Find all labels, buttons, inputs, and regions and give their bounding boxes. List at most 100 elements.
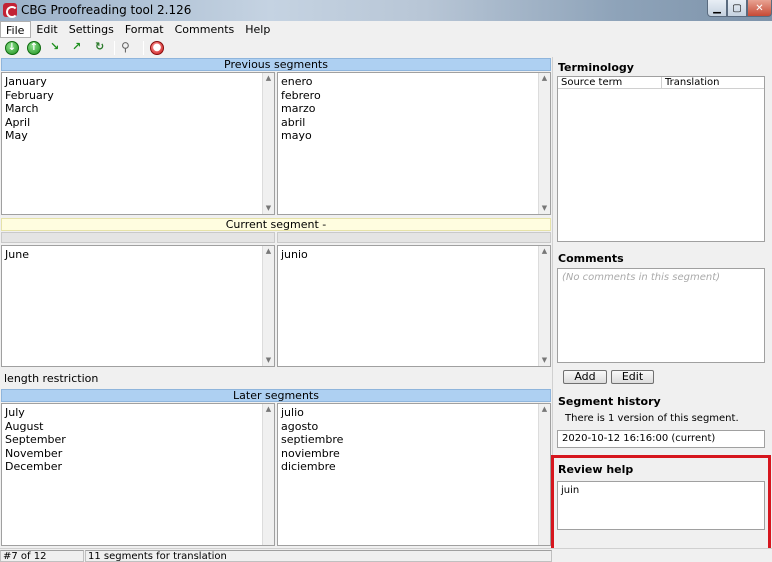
segment-history-title: Segment history — [558, 395, 661, 408]
list-item: diciembre — [281, 460, 336, 473]
later-source-pane[interactable]: July August September November December … — [1, 403, 275, 546]
terminology-table[interactable]: Source term Translation — [557, 76, 765, 242]
previous-source-pane[interactable]: January February March April May ▲ ▼ — [1, 72, 275, 215]
arrow-up-icon: ↑ — [27, 41, 41, 55]
later-target-list: julio agosto septiembre noviembre diciem… — [281, 406, 343, 474]
scrollbar[interactable]: ▲ ▼ — [262, 73, 274, 214]
segment-count: 11 segments for translation — [85, 550, 552, 562]
stop-button[interactable]: ● — [149, 40, 165, 56]
list-item: enero — [281, 75, 313, 88]
arrow-down-icon: ↓ — [5, 41, 19, 55]
app-logo-icon — [3, 3, 18, 18]
length-restriction-label: length restriction — [4, 372, 99, 385]
scroll-down-icon[interactable]: ▼ — [263, 355, 274, 366]
previous-target-pane[interactable]: enero febrero marzo abril mayo ▲ ▼ — [277, 72, 551, 215]
scroll-up-icon[interactable]: ▲ — [539, 246, 550, 257]
list-item: March — [5, 102, 39, 115]
menu-format[interactable]: Format — [120, 21, 170, 38]
segment-position: #7 of 12 — [0, 550, 84, 562]
scroll-up-icon[interactable]: ▲ — [539, 404, 550, 415]
jump-back-icon[interactable]: ↗ — [72, 40, 81, 53]
later-segments-header: Later segments — [1, 389, 551, 402]
scrollbar[interactable]: ▲ ▼ — [538, 73, 550, 214]
add-comment-button[interactable]: Add — [563, 370, 607, 384]
menu-comments[interactable]: Comments — [170, 21, 241, 38]
history-entry[interactable]: 2020-10-12 16:16:00 (current) — [562, 433, 715, 444]
list-item: marzo — [281, 102, 316, 115]
history-entry-list[interactable]: 2020-10-12 16:16:00 (current) — [557, 430, 765, 448]
history-summary: There is 1 version of this segment. — [565, 413, 739, 424]
status-bar: #7 of 12 11 segments for translation — [0, 548, 772, 562]
minimize-button[interactable]: ▁ — [707, 0, 727, 17]
maximize-icon: ▢ — [732, 2, 742, 14]
column-header-source-term[interactable]: Source term — [558, 77, 662, 89]
comments-placeholder: (No comments in this segment) — [562, 272, 721, 283]
current-target-text[interactable]: junio — [281, 248, 308, 262]
column-header-translation[interactable]: Translation — [662, 77, 766, 89]
stop-icon: ● — [150, 41, 164, 55]
current-source-pane[interactable]: June ▲ ▼ — [1, 245, 275, 367]
menu-help[interactable]: Help — [240, 21, 276, 38]
menu-settings[interactable]: Settings — [64, 21, 120, 38]
later-target-pane[interactable]: julio agosto septiembre noviembre diciem… — [277, 403, 551, 546]
list-item: December — [5, 460, 63, 473]
terminology-table-header: Source term Translation — [558, 77, 764, 89]
list-item: julio — [281, 406, 304, 419]
scroll-up-icon[interactable]: ▲ — [263, 246, 274, 257]
current-target-editor[interactable]: junio ▲ ▼ — [277, 245, 551, 367]
list-item: September — [5, 433, 66, 446]
list-item: July — [5, 406, 25, 419]
list-item: August — [5, 419, 44, 433]
window-title: CBG Proofreading tool 2.126 — [21, 3, 192, 17]
list-item: febrero — [281, 88, 321, 102]
scroll-up-icon[interactable]: ▲ — [539, 73, 550, 84]
scrollbar[interactable]: ▲ ▼ — [538, 246, 550, 366]
app-window: CBG Proofreading tool 2.126 ▁ ▢ ✕ File E… — [0, 0, 772, 562]
terminology-title: Terminology — [558, 61, 634, 74]
edit-comment-button[interactable]: Edit — [611, 370, 654, 384]
list-item: November — [5, 446, 63, 460]
minimize-icon: ▁ — [713, 2, 721, 14]
scroll-up-icon[interactable]: ▲ — [263, 404, 274, 415]
next-segment-button[interactable]: ↓ — [4, 40, 20, 56]
list-item: agosto — [281, 419, 319, 433]
scrollbar[interactable]: ▲ ▼ — [262, 246, 274, 366]
current-source-info-strip — [1, 232, 275, 243]
scrollbar[interactable]: ▲ — [262, 404, 274, 545]
toolbar: ↓ ↑ ↘ ↗ ↻ ⚲ ● — [0, 38, 772, 57]
list-item: April — [5, 115, 31, 129]
jump-forward-icon[interactable]: ↘ — [50, 40, 59, 53]
previous-segments-header: Previous segments — [1, 58, 551, 71]
scrollbar[interactable]: ▲ — [538, 404, 550, 545]
title-bar: CBG Proofreading tool 2.126 ▁ ▢ ✕ — [0, 0, 772, 21]
list-item: mayo — [281, 129, 312, 142]
maximize-button[interactable]: ▢ — [727, 0, 747, 17]
list-item: February — [5, 88, 54, 102]
comments-box[interactable]: (No comments in this segment) — [557, 268, 765, 363]
previous-segment-button[interactable]: ↑ — [26, 40, 42, 56]
menu-file[interactable]: File — [0, 21, 32, 38]
scroll-up-icon[interactable]: ▲ — [263, 73, 274, 84]
review-help-text: juin — [561, 485, 580, 496]
previous-target-list: enero febrero marzo abril mayo — [281, 75, 321, 143]
menu-edit[interactable]: Edit — [31, 21, 63, 38]
list-item: May — [5, 129, 28, 142]
comments-title: Comments — [558, 252, 624, 265]
review-help-box[interactable]: juin — [557, 481, 765, 530]
list-item: January — [5, 75, 47, 88]
search-icon[interactable]: ⚲ — [121, 40, 137, 56]
current-segment-header: Current segment - — [1, 218, 551, 231]
scroll-down-icon[interactable]: ▼ — [263, 203, 274, 214]
refresh-icon[interactable]: ↻ — [95, 40, 104, 53]
scroll-down-icon[interactable]: ▼ — [539, 203, 550, 214]
review-help-title: Review help — [558, 463, 634, 476]
scroll-down-icon[interactable]: ▼ — [539, 355, 550, 366]
menu-bar: File Edit Settings Format Comments Help — [0, 21, 772, 38]
list-item: noviembre — [281, 446, 340, 460]
close-icon: ✕ — [755, 2, 764, 14]
current-source-text: June — [5, 248, 29, 261]
current-target-info-strip — [277, 232, 551, 243]
close-button[interactable]: ✕ — [747, 0, 772, 17]
list-item: septiembre — [281, 433, 344, 446]
list-item: abril — [281, 115, 306, 129]
